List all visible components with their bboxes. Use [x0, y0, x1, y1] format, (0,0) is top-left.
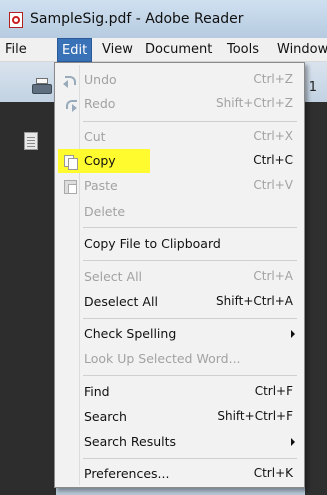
menu-separator	[83, 375, 297, 376]
menu-item-undo[interactable]: Undo Ctrl+Z	[58, 68, 301, 92]
copy-icon	[63, 154, 78, 170]
menu-item-label: Search	[84, 409, 127, 424]
paste-icon	[63, 179, 77, 194]
menu-edit[interactable]: Edit	[57, 38, 93, 62]
menu-item-select-all[interactable]: Select All Ctrl+A	[58, 265, 301, 289]
menu-item-shortcut: Ctrl+F	[254, 384, 293, 398]
menu-item-shortcut: Ctrl+A	[253, 269, 293, 283]
menu-item-shortcut: Ctrl+V	[253, 178, 293, 192]
adobe-reader-icon	[9, 12, 23, 28]
menu-separator	[83, 121, 297, 122]
menu-item-shortcut: Ctrl+X	[253, 129, 293, 143]
print-icon[interactable]	[32, 78, 52, 96]
menu-item-label: Paste	[84, 178, 118, 193]
menu-item-shortcut: Shift+Ctrl+A	[216, 294, 293, 308]
menu-item-label: Search Results	[84, 434, 177, 449]
submenu-arrow-icon	[291, 330, 295, 338]
navigation-pane	[0, 102, 56, 495]
menu-document[interactable]: Document	[141, 38, 216, 62]
menu-item-preferences[interactable]: Preferences... Ctrl+K	[58, 462, 301, 486]
menu-item-copy[interactable]: Copy Ctrl+C	[58, 149, 301, 173]
redo-icon	[63, 97, 77, 112]
menu-item-copy-file-to-clipboard[interactable]: Copy File to Clipboard	[58, 232, 301, 256]
menu-item-look-up-selected-word[interactable]: Look Up Selected Word...	[58, 347, 301, 371]
menu-view[interactable]: View	[98, 38, 137, 62]
menu-item-shortcut: Ctrl+C	[253, 153, 293, 167]
menu-item-label: Find	[84, 384, 110, 399]
document-area	[305, 102, 327, 495]
menu-item-shortcut: Shift+Ctrl+F	[217, 409, 293, 423]
menu-separator	[83, 318, 297, 319]
menu-item-shortcut: Ctrl+Z	[253, 72, 293, 86]
window-title: SampleSig.pdf - Adobe Reader	[30, 11, 244, 27]
menu-item-label: Cut	[84, 129, 106, 144]
menu-item-search[interactable]: Search Shift+Ctrl+F	[58, 405, 301, 429]
menu-item-label: Select All	[84, 269, 143, 284]
menu-item-shortcut: Shift+Ctrl+Z	[216, 96, 293, 110]
menu-separator	[83, 227, 297, 228]
title-bar: SampleSig.pdf - Adobe Reader	[0, 0, 327, 38]
undo-icon	[63, 73, 77, 88]
menu-item-label: Copy File to Clipboard	[84, 236, 221, 251]
menu-item-delete[interactable]: Delete	[58, 200, 301, 224]
menu-item-check-spelling[interactable]: Check Spelling	[58, 322, 301, 346]
menu-separator	[83, 260, 297, 261]
menu-tools[interactable]: Tools	[223, 38, 263, 62]
menu-item-label: Delete	[84, 204, 126, 219]
menu-bar: File Edit View Document Tools Window	[0, 38, 327, 62]
menu-item-shortcut: Ctrl+K	[253, 466, 293, 480]
menu-item-label: Redo	[84, 96, 116, 111]
menu-file[interactable]: File	[1, 38, 31, 62]
menu-separator	[83, 458, 297, 459]
menu-item-label: Look Up Selected Word...	[84, 351, 241, 366]
menu-item-label: Deselect All	[84, 294, 158, 309]
menu-item-label: Check Spelling	[84, 326, 177, 341]
menu-item-label: Copy	[84, 153, 116, 168]
page-number-field[interactable]: 1	[309, 80, 317, 95]
menu-item-paste[interactable]: Paste Ctrl+V	[58, 174, 301, 198]
menu-item-label: Undo	[84, 72, 117, 87]
menu-item-cut[interactable]: Cut Ctrl+X	[58, 125, 301, 149]
menu-item-search-results[interactable]: Search Results	[58, 430, 301, 454]
edit-menu-dropdown: Undo Ctrl+Z Redo Shift+Ctrl+Z Cut Ctrl+X…	[54, 62, 305, 488]
menu-window[interactable]: Window	[273, 38, 327, 62]
menu-item-deselect-all[interactable]: Deselect All Shift+Ctrl+A	[58, 290, 301, 314]
submenu-arrow-icon	[291, 438, 295, 446]
pages-icon[interactable]	[24, 132, 38, 150]
menu-item-label: Preferences...	[84, 466, 170, 481]
menu-item-find[interactable]: Find Ctrl+F	[58, 380, 301, 404]
menu-item-redo[interactable]: Redo Shift+Ctrl+Z	[58, 92, 301, 116]
adobe-reader-window: SampleSig.pdf - Adobe Reader File Edit V…	[0, 0, 327, 495]
